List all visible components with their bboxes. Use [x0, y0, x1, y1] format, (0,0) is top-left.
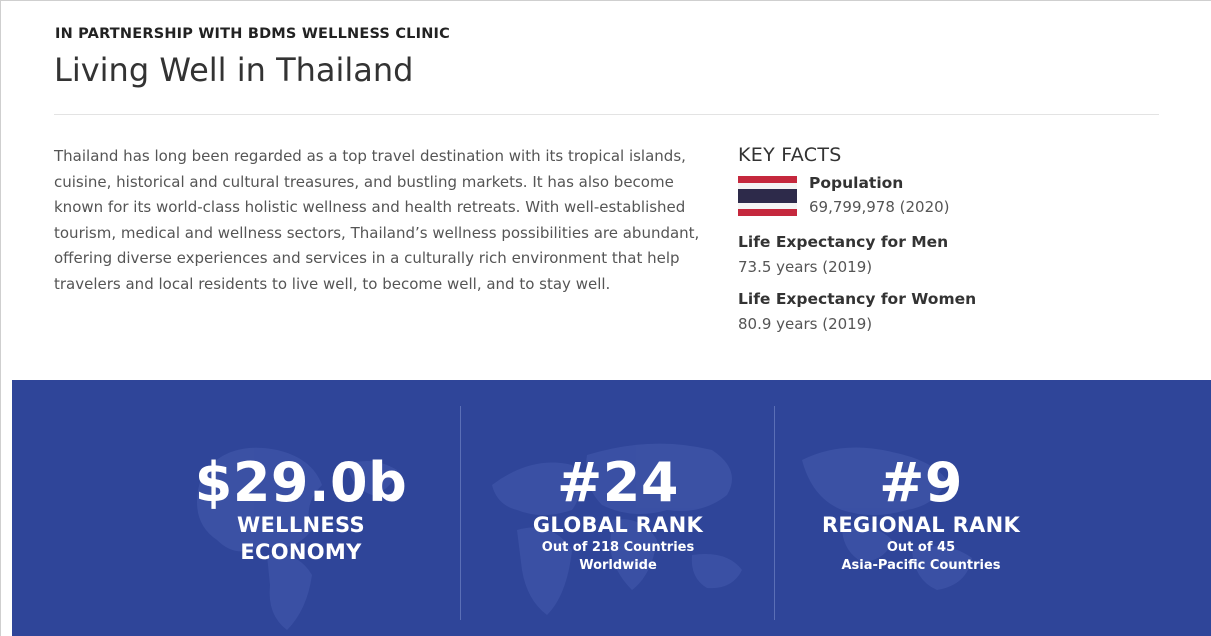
- stat-regional-rank: #9 REGIONAL RANK Out of 45 Asia-Pacific …: [801, 454, 1041, 575]
- stat-sub: Asia-Pacific Countries: [841, 558, 1001, 573]
- intro-paragraph: Thailand has long been regarded as a top…: [54, 147, 700, 293]
- population-fact: Population 69,799,978 (2020): [738, 174, 1158, 226]
- page: IN PARTNERSHIP WITH BDMS WELLNESS CLINIC…: [0, 0, 1211, 636]
- stat-label: GLOBAL RANK: [532, 513, 704, 537]
- page-title: Living Well in Thailand: [54, 51, 414, 89]
- fact-label: Life Expectancy for Men: [738, 233, 949, 251]
- stat-wellness-economy: $29.0b WELLNESS ECONOMY: [171, 454, 431, 566]
- stats-divider: [774, 406, 775, 620]
- key-facts-heading: KEY FACTS: [738, 144, 842, 166]
- stat-sub: Out of 218 Countries: [541, 540, 695, 555]
- fact-item-women: Life Expectancy for Women 80.9 years (20…: [738, 287, 1158, 337]
- header-divider: [54, 114, 1159, 115]
- fact-value: 80.9 years (2019): [738, 315, 873, 333]
- stat-value: #24: [557, 451, 679, 514]
- stat-value: #9: [879, 451, 963, 514]
- fact-label: Life Expectancy for Women: [738, 290, 977, 308]
- stats-band: $29.0b WELLNESS ECONOMY #24 GLOBAL RANK …: [12, 380, 1211, 636]
- population-value: 69,799,978 (2020): [809, 198, 950, 216]
- thailand-flag-icon: [738, 176, 797, 216]
- stat-label: REGIONAL RANK: [821, 513, 1021, 537]
- partner-line: IN PARTNERSHIP WITH BDMS WELLNESS CLINIC: [55, 26, 450, 42]
- stat-value: $29.0b: [194, 451, 408, 514]
- stat-global-rank: #24 GLOBAL RANK Out of 218 Countries Wor…: [487, 454, 749, 575]
- fact-item-men: Life Expectancy for Men 73.5 years (2019…: [738, 230, 1158, 280]
- stats-divider: [460, 406, 461, 620]
- stat-sub: Worldwide: [579, 558, 657, 573]
- key-facts-panel: KEY FACTS Population 69,799,978 (2020) L…: [738, 144, 1158, 344]
- fact-value: 73.5 years (2019): [738, 258, 873, 276]
- stat-sub: Out of 45: [886, 540, 956, 555]
- population-label: Population: [809, 174, 904, 192]
- stat-label: ECONOMY: [240, 540, 362, 564]
- stat-label: WELLNESS: [237, 513, 365, 537]
